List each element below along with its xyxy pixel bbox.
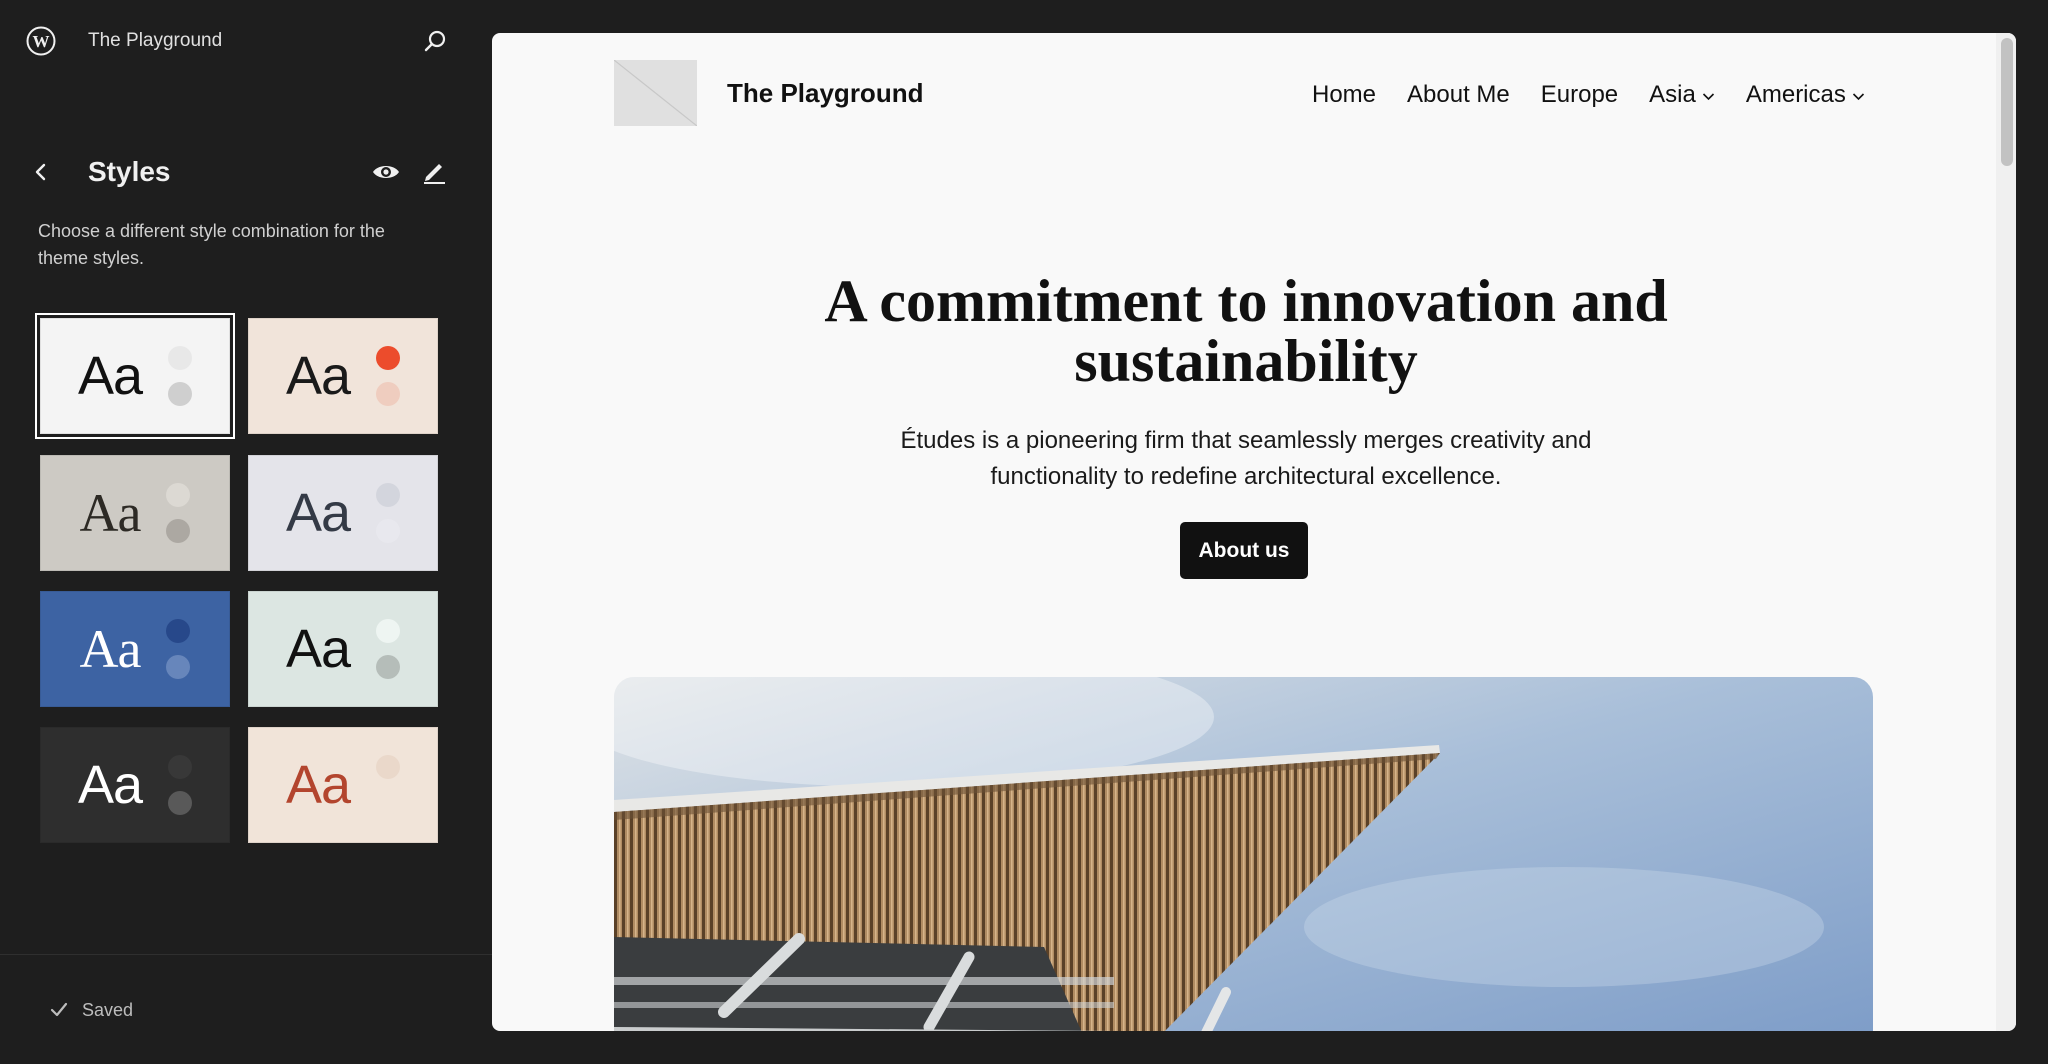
color-dot — [168, 755, 193, 779]
color-dot — [168, 346, 193, 370]
styles-header: Styles — [0, 150, 492, 194]
nav-label: About Me — [1407, 81, 1510, 108]
variation-preview-text: Aa — [285, 619, 351, 679]
nav-label: Asia — [1649, 81, 1696, 108]
color-dot — [376, 655, 401, 679]
nav-item-americas[interactable]: Americas — [1746, 81, 1865, 109]
style-variation-1[interactable]: Aa — [40, 318, 230, 434]
hero-paragraph[interactable]: Études is a pioneering firm that seamles… — [846, 423, 1646, 495]
styles-description: Choose a different style combination for… — [38, 221, 385, 268]
hero-heading[interactable]: A commitment to innovation and sustainab… — [746, 271, 1746, 391]
nav-item-europe[interactable]: Europe — [1541, 81, 1618, 109]
wordpress-logo-icon[interactable]: W — [26, 26, 56, 56]
color-dot — [376, 755, 401, 779]
color-dot — [376, 382, 401, 406]
style-variation-8[interactable]: Aa — [248, 727, 438, 843]
primary-navigation: Home About Me Europe Asia Americas — [1312, 78, 1865, 112]
preview-site-title[interactable]: The Playground — [727, 78, 923, 109]
eye-icon[interactable] — [371, 159, 401, 185]
color-dot — [376, 519, 401, 543]
hero-image[interactable] — [614, 677, 1873, 1031]
site-preview-canvas[interactable]: The Playground Home About Me Europe Asia… — [492, 33, 2016, 1031]
site-title[interactable]: The Playground — [88, 30, 222, 52]
chevron-down-icon[interactable] — [1702, 92, 1715, 101]
style-variation-5[interactable]: Aa — [40, 591, 230, 707]
search-icon[interactable] — [420, 27, 450, 57]
check-icon — [50, 1002, 68, 1017]
nav-item-asia[interactable]: Asia — [1649, 81, 1715, 109]
color-dot — [376, 483, 401, 507]
color-dot — [166, 655, 191, 679]
panel-title: Styles — [88, 156, 171, 187]
variation-preview-text: Aa — [79, 483, 142, 543]
chevron-down-icon[interactable] — [1852, 92, 1865, 101]
architecture-photo — [614, 677, 1873, 1031]
about-us-button[interactable]: About us — [1180, 522, 1308, 579]
style-variation-2[interactable]: Aa — [248, 318, 438, 434]
pencil-icon[interactable] — [420, 157, 448, 185]
color-dot — [376, 619, 401, 643]
site-hub: W The Playground — [0, 0, 492, 84]
style-variation-6[interactable]: Aa — [248, 591, 438, 707]
save-status-footer: Saved — [0, 954, 492, 1064]
nav-item-about-me[interactable]: About Me — [1407, 81, 1510, 109]
site-logo-placeholder[interactable] — [614, 60, 697, 126]
nav-label: Europe — [1540, 81, 1619, 108]
svg-text:W: W — [33, 32, 50, 51]
color-dot — [168, 791, 193, 815]
chevron-left-icon[interactable] — [28, 159, 54, 185]
nav-item-home[interactable]: Home — [1312, 81, 1376, 109]
variation-preview-text: Aa — [285, 346, 351, 406]
variation-preview-text: Aa — [77, 755, 143, 815]
scrollbar-track[interactable] — [1996, 33, 2016, 1031]
scrollbar-thumb[interactable] — [2001, 38, 2013, 166]
style-variation-7[interactable]: Aa — [40, 727, 230, 843]
color-dot — [166, 619, 191, 643]
nav-label: Americas — [1745, 81, 1846, 108]
variation-preview-text: Aa — [77, 346, 143, 406]
color-dot — [166, 519, 191, 543]
variation-preview-text: Aa — [285, 755, 351, 815]
editor-sidebar: W The Playground Styles Choose a differe… — [0, 0, 492, 1064]
color-dot — [166, 483, 191, 507]
color-dot — [376, 346, 401, 370]
style-variation-4[interactable]: Aa — [248, 455, 438, 571]
nav-label: Home — [1312, 81, 1377, 108]
variation-preview-text: Aa — [285, 483, 351, 543]
style-variation-3[interactable]: Aa — [40, 455, 230, 571]
saved-status: Saved — [82, 1000, 134, 1020]
image-placeholder-icon — [614, 60, 697, 126]
color-dot — [376, 791, 401, 815]
color-dot — [168, 382, 193, 406]
variation-preview-text: Aa — [79, 619, 142, 679]
